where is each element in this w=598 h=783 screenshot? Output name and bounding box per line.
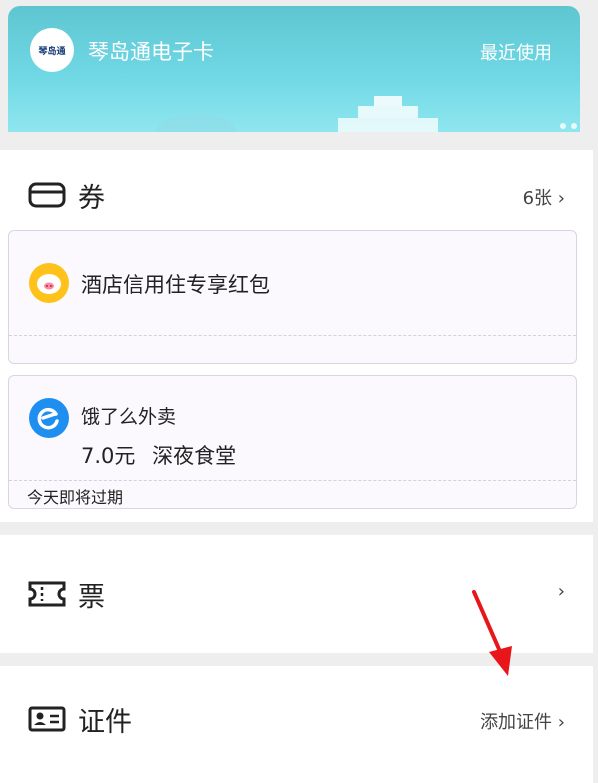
annotation-arrow-icon <box>472 590 512 676</box>
